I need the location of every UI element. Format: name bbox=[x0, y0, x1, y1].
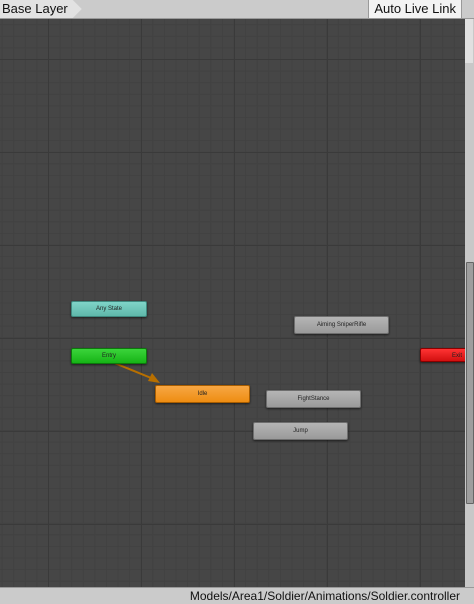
auto-live-link-toggle[interactable]: Auto Live Link bbox=[368, 0, 462, 18]
entry-to-idle-transition[interactable] bbox=[111, 361, 157, 381]
state-idle-default[interactable]: Idle bbox=[155, 385, 250, 403]
state-entry[interactable]: Entry bbox=[71, 348, 147, 364]
animator-toolbar: Base Layer Auto Live Link bbox=[0, 0, 474, 19]
scrollbar-cap bbox=[465, 19, 473, 63]
transition-arrowhead-icon bbox=[148, 373, 160, 383]
state-machine-graph[interactable]: Any State Entry Idle Aiming SniperRifle … bbox=[0, 19, 465, 587]
state-aiming-sniperrifle[interactable]: Aiming SniperRifle bbox=[294, 316, 389, 334]
transition-layer bbox=[111, 361, 160, 383]
breadcrumb-base-layer[interactable]: Base Layer bbox=[0, 0, 82, 18]
status-bar: Models/Area1/Soldier/Animations/Soldier.… bbox=[0, 587, 474, 604]
state-jump[interactable]: Jump bbox=[253, 422, 348, 440]
state-exit[interactable]: Exit bbox=[420, 348, 465, 362]
vertical-scrollbar-thumb[interactable] bbox=[466, 262, 474, 504]
state-any-state[interactable]: Any State bbox=[71, 301, 147, 317]
state-fightstance[interactable]: FightStance bbox=[266, 390, 361, 408]
controller-path: Models/Area1/Soldier/Animations/Soldier.… bbox=[189, 589, 460, 603]
